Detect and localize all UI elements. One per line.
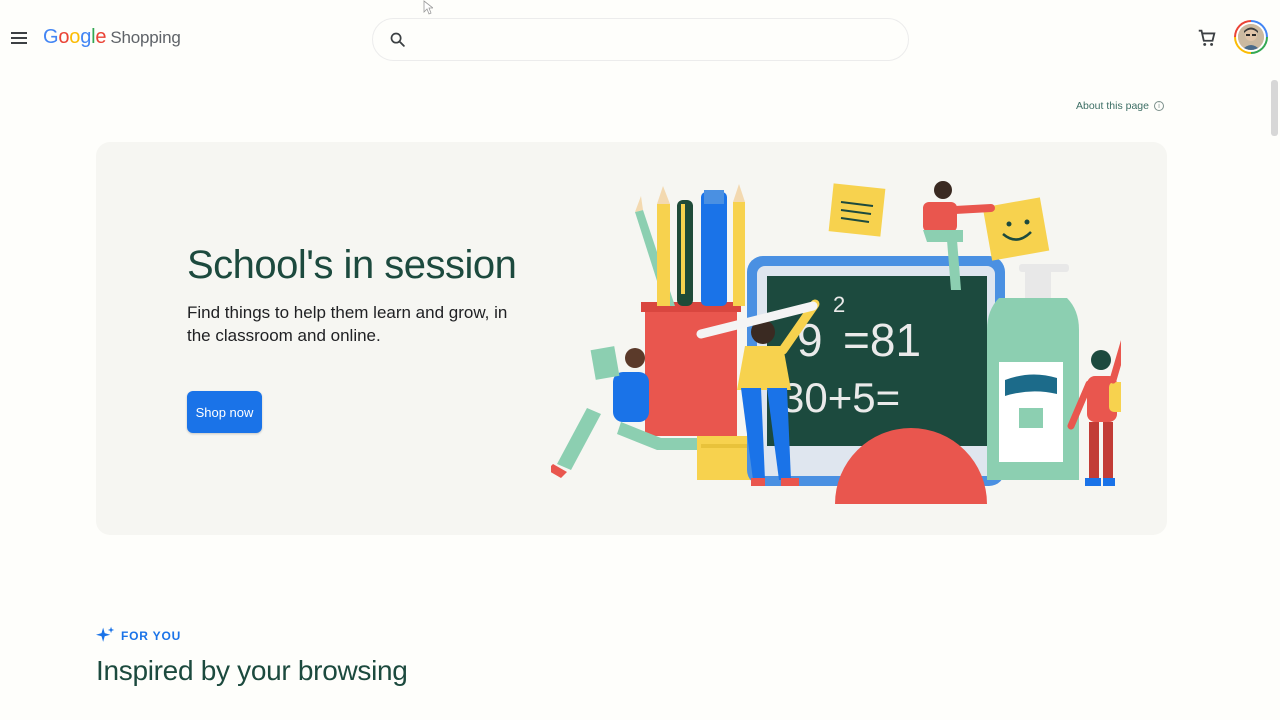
cart-icon[interactable] bbox=[1196, 27, 1218, 49]
hero-title: School's in session bbox=[187, 243, 517, 287]
logo-product-name: Shopping bbox=[110, 28, 181, 47]
avatar-ring bbox=[1236, 22, 1266, 52]
logo-letter: G bbox=[43, 26, 59, 48]
about-this-page-link[interactable]: About this page i bbox=[1076, 100, 1164, 112]
for-you-label: FOR YOU bbox=[121, 628, 182, 643]
search-icon[interactable] bbox=[386, 29, 408, 51]
menu-icon[interactable] bbox=[8, 26, 30, 50]
school-illustration: 9 2 =81 30+5= bbox=[551, 181, 1121, 504]
google-shopping-logo[interactable]: Google Shopping bbox=[43, 26, 181, 50]
shop-now-button[interactable]: Shop now bbox=[187, 391, 262, 433]
about-this-page-label: About this page bbox=[1076, 100, 1149, 112]
hero-banner: School's in session Find things to help … bbox=[96, 142, 1167, 535]
mouse-cursor-icon bbox=[423, 0, 433, 15]
page-scrollbar[interactable] bbox=[1271, 80, 1278, 136]
search-input[interactable] bbox=[408, 19, 908, 60]
logo-letter: e bbox=[95, 26, 107, 48]
hero-subtitle: Find things to help them learn and grow,… bbox=[187, 303, 508, 345]
logo-letter: g bbox=[80, 26, 92, 48]
sticky-note bbox=[828, 183, 886, 237]
logo-letter: o bbox=[69, 26, 81, 48]
for-you-eyebrow: FOR YOU bbox=[96, 626, 181, 645]
top-app-bar: Google Shopping bbox=[0, 0, 1280, 78]
chalk-text: =81 bbox=[843, 314, 921, 366]
section-title: Inspired by your browsing bbox=[96, 655, 408, 686]
account-avatar[interactable] bbox=[1234, 20, 1268, 54]
avatar-photo bbox=[1238, 24, 1264, 50]
chalk-text: 30+5= bbox=[781, 374, 900, 421]
info-icon: i bbox=[1153, 101, 1164, 111]
sparkle-icon bbox=[96, 626, 115, 642]
search-bar[interactable] bbox=[372, 18, 909, 61]
logo-letter: o bbox=[58, 26, 70, 48]
